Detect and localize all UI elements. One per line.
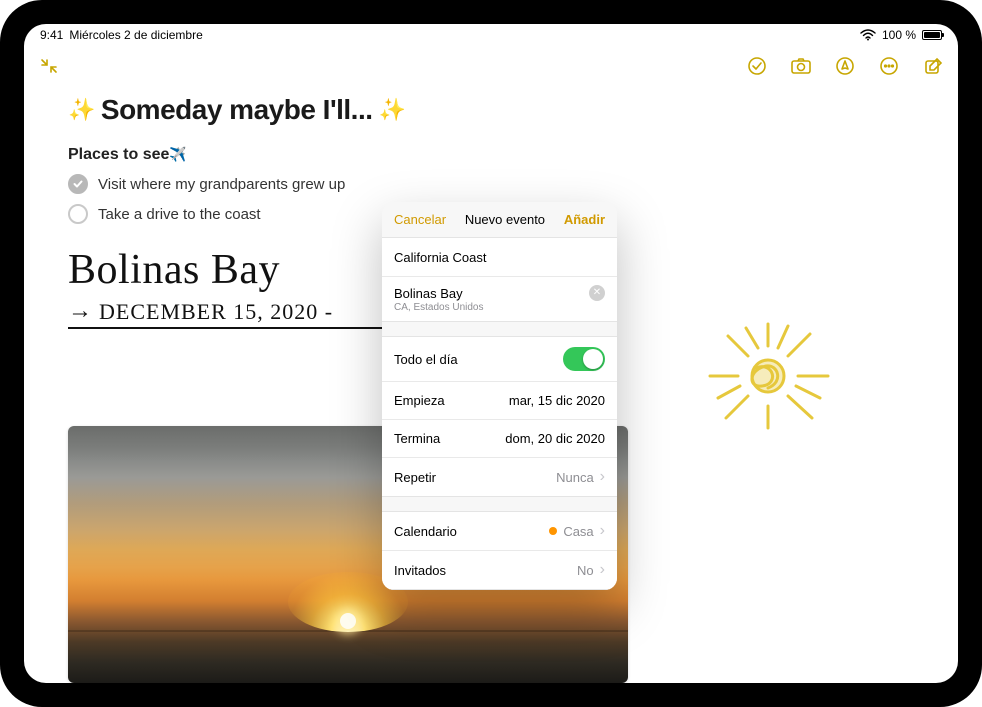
arrow-icon: → — [68, 298, 93, 325]
screen: 9:41 Miércoles 2 de diciembre 100 % — [24, 24, 958, 683]
more-icon[interactable] — [878, 55, 900, 77]
invitees-row[interactable]: Invitados No› — [382, 550, 617, 589]
calendar-row[interactable]: Calendario Casa › — [382, 512, 617, 550]
chevron-right-icon: › — [600, 522, 605, 540]
popover-header: Cancelar Nuevo evento Añadir — [382, 202, 617, 237]
event-location-field[interactable]: Bolinas Bay ✕ CA, Estados Unidos — [382, 276, 617, 321]
chevron-right-icon: › — [600, 561, 605, 579]
sparkle-icon: ✨ — [379, 97, 406, 123]
note-title: Someday maybe I'll... — [101, 94, 373, 126]
chevron-right-icon: › — [600, 468, 605, 486]
cancel-button[interactable]: Cancelar — [394, 212, 446, 227]
battery-percent: 100 % — [882, 28, 916, 42]
location-detail: CA, Estados Unidos — [394, 302, 484, 313]
datetime-group: Todo el día Empieza mar, 15 dic 2020 Ter… — [382, 336, 617, 497]
allday-row: Todo el día — [382, 337, 617, 381]
add-button[interactable]: Añadir — [564, 212, 605, 227]
status-bar: 9:41 Miércoles 2 de diciembre 100 % — [24, 24, 958, 46]
status-time: 9:41 — [40, 28, 63, 42]
new-event-popover: Cancelar Nuevo evento Añadir California … — [382, 202, 617, 590]
title-location-group: California Coast Bolinas Bay ✕ CA, Estad… — [382, 237, 617, 322]
checkmark-icon[interactable] — [68, 204, 88, 224]
wifi-icon — [860, 29, 876, 41]
checklist-item-text: Take a drive to the coast — [98, 206, 261, 223]
clear-icon[interactable]: ✕ — [589, 285, 605, 301]
ipad-frame: 9:41 Miércoles 2 de diciembre 100 % — [0, 0, 982, 707]
calendar-group: Calendario Casa › Invitados No› — [382, 511, 617, 590]
checkmark-icon[interactable] — [68, 174, 88, 194]
battery-icon — [922, 30, 942, 40]
ends-row[interactable]: Termina dom, 20 dic 2020 — [382, 419, 617, 457]
event-title-field[interactable]: California Coast — [382, 238, 617, 276]
note-title-row: ✨ Someday maybe I'll... ✨ — [68, 94, 914, 126]
compose-icon[interactable] — [922, 55, 944, 77]
note-body[interactable]: ✨ Someday maybe I'll... ✨ Places to see✈… — [24, 86, 958, 683]
plane-icon: ✈️ — [169, 146, 186, 162]
repeat-row[interactable]: Repetir Nunca› — [382, 457, 617, 496]
starts-row[interactable]: Empieza mar, 15 dic 2020 — [382, 381, 617, 419]
calendar-color-dot — [549, 527, 557, 535]
checklist-item-text: Visit where my grandparents grew up — [98, 176, 345, 193]
collapse-icon[interactable] — [38, 55, 60, 77]
status-date: Miércoles 2 de diciembre — [69, 28, 202, 42]
sparkle-icon: ✨ — [68, 97, 95, 123]
note-toolbar — [24, 46, 958, 86]
markup-icon[interactable] — [834, 55, 856, 77]
popover-title: Nuevo evento — [465, 212, 545, 227]
checklist-toolbar-icon[interactable] — [746, 55, 768, 77]
camera-icon[interactable] — [790, 55, 812, 77]
sun-doodle — [678, 306, 838, 446]
allday-toggle[interactable] — [563, 347, 605, 371]
section-heading: Places to see✈️ — [68, 146, 914, 164]
checklist-item[interactable]: Visit where my grandparents grew up — [68, 174, 914, 194]
